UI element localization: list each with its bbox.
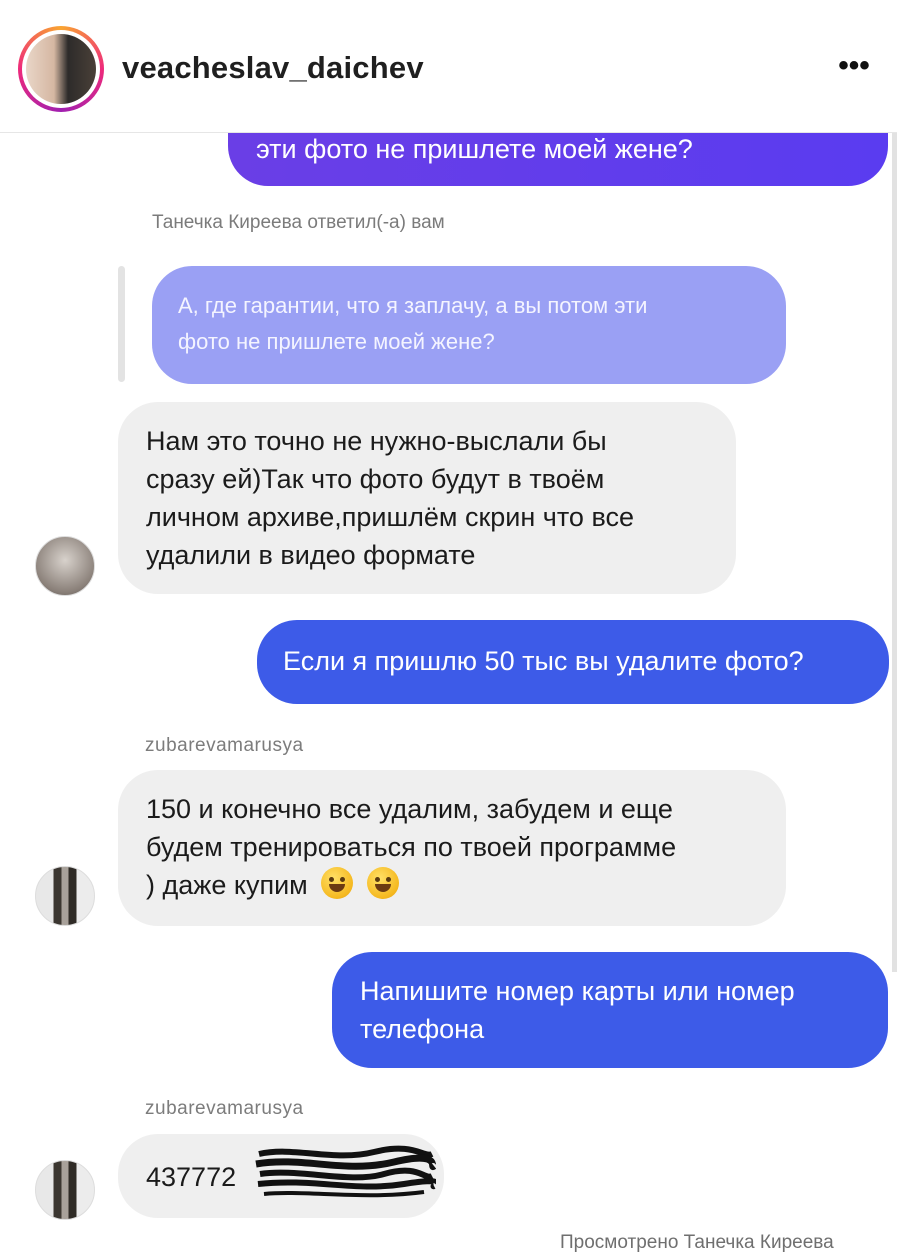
seen-status: Просмотрено Танечка Киреева xyxy=(560,1232,834,1253)
message-incoming-1[interactable]: Нам это точно не нужно-выслали бы сразу … xyxy=(118,402,736,594)
chat-screen: veacheslav_daichev ••• эти фото не пришл… xyxy=(0,0,897,1258)
chat-header: veacheslav_daichev ••• xyxy=(0,0,897,133)
profile-avatar-ring[interactable] xyxy=(18,26,104,112)
profile-avatar xyxy=(26,34,96,104)
sender-avatar[interactable] xyxy=(35,1160,95,1220)
message-incoming-2[interactable]: 150 и конечно все удалим, забудем и еще … xyxy=(118,770,786,926)
reply-context-label: Танечка Киреева ответил(-а) вам xyxy=(152,212,445,233)
scrollbar[interactable] xyxy=(892,12,897,972)
quote-bar xyxy=(118,266,125,382)
message-outgoing-3[interactable]: Напишите номер карты или номер телефона xyxy=(332,952,888,1068)
redaction-scribble xyxy=(255,1145,436,1198)
chat-username[interactable]: veacheslav_daichev xyxy=(122,50,424,86)
sender-avatar[interactable] xyxy=(35,536,95,596)
sender-avatar[interactable] xyxy=(35,866,95,926)
message-outgoing-2[interactable]: Если я пришлю 50 тыс вы удалите фото? xyxy=(257,620,889,704)
grin-emoji-icon xyxy=(366,867,399,899)
sender-name: zubarevamarusya xyxy=(145,735,304,756)
wink-emoji-icon xyxy=(321,867,354,899)
quoted-message[interactable]: А, где гарантии, что я заплачу, а вы пот… xyxy=(152,266,786,384)
sender-name: zubarevamarusya xyxy=(145,1098,304,1119)
more-horizontal-icon[interactable]: ••• xyxy=(834,51,874,86)
